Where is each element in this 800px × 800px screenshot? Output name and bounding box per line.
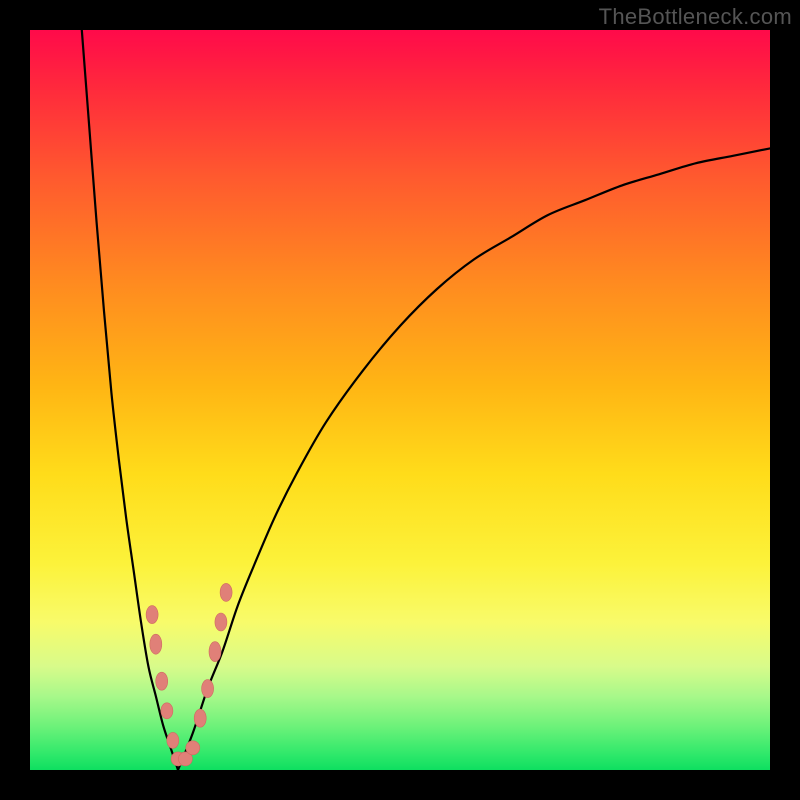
data-marker xyxy=(161,703,173,719)
data-marker xyxy=(215,613,227,631)
plot-area xyxy=(30,30,770,770)
data-marker xyxy=(202,680,214,698)
data-marker xyxy=(186,741,200,755)
curve-group xyxy=(82,30,770,770)
data-marker xyxy=(194,709,206,727)
curves-layer xyxy=(30,30,770,770)
data-marker xyxy=(167,732,179,748)
data-marker xyxy=(146,606,158,624)
marker-group xyxy=(146,583,232,766)
data-marker xyxy=(150,634,162,654)
series-left-curve xyxy=(82,30,178,770)
watermark-text: TheBottleneck.com xyxy=(599,4,792,30)
series-right-curve xyxy=(178,148,770,770)
chart-frame: TheBottleneck.com xyxy=(0,0,800,800)
data-marker xyxy=(209,642,221,662)
data-marker xyxy=(156,672,168,690)
data-marker xyxy=(220,583,232,601)
